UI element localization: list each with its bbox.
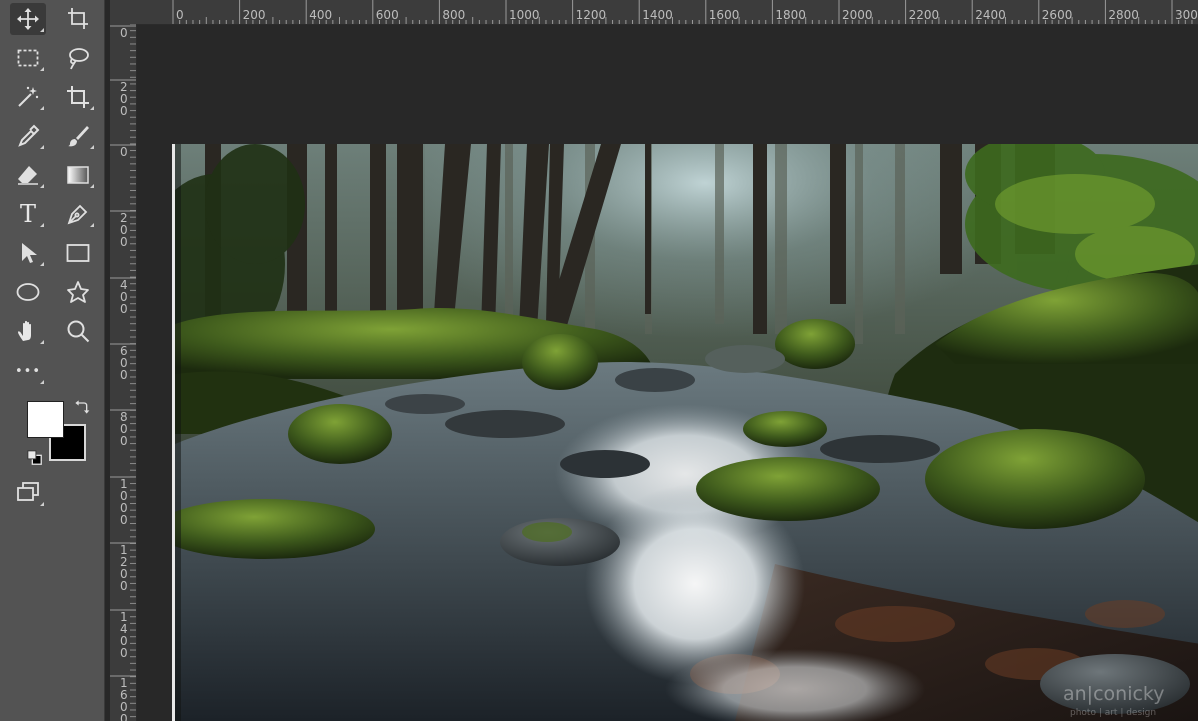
vertical-ruler[interactable]: 020002004006008001000120014001600	[110, 24, 137, 721]
swap-colors-button[interactable]	[70, 395, 94, 419]
ruler-label: 1600	[709, 8, 740, 22]
ruler-label-digit: 0	[120, 579, 128, 593]
path-selection-tool[interactable]	[10, 237, 46, 269]
ruler-label: 400	[309, 8, 332, 22]
magic-wand-icon	[18, 86, 39, 107]
artboard-tool[interactable]	[60, 3, 96, 35]
crop-tool[interactable]	[60, 81, 96, 113]
ruler-label-digit: 0	[120, 434, 128, 448]
move-icon	[17, 8, 39, 30]
flyout-indicator	[40, 502, 44, 506]
move-tool[interactable]	[10, 3, 46, 35]
pen-tool[interactable]	[60, 198, 96, 230]
ruler-label: 1000	[509, 8, 540, 22]
ruler-label: 200	[243, 8, 266, 22]
ruler-label-digit: 0	[120, 513, 128, 527]
horizontal-ruler-ticks: 0 200 400 600 800 1000 1200 1400 1600 1800 2000 220…	[172, 0, 1198, 24]
lasso-tool[interactable]	[60, 42, 96, 74]
ruler-label: 1200	[576, 8, 607, 22]
ruler-label-digit: 0	[120, 646, 128, 660]
ruler-label: 2400	[975, 8, 1006, 22]
ruler-label: 600	[376, 8, 399, 22]
vertical-ruler-ticks: 020002004006008001000120014001600	[110, 24, 136, 721]
type-tool[interactable]: T	[10, 198, 46, 230]
pen-icon	[67, 204, 88, 225]
ruler-label-digit: 0	[120, 302, 128, 316]
document-canvas[interactable]: an|conicky photo | art | design	[172, 144, 1198, 721]
marquee-icon	[17, 49, 39, 67]
flyout-indicator	[40, 145, 44, 149]
crop-icon	[67, 86, 89, 108]
gradient-icon	[67, 166, 89, 184]
flyout-indicator	[40, 380, 44, 384]
ruler-label: 2600	[1042, 8, 1073, 22]
flyout-indicator	[40, 184, 44, 188]
ruler-label: 0	[176, 8, 184, 22]
custom-shape-icon	[67, 281, 89, 303]
eyedropper-icon	[18, 124, 40, 147]
flyout-indicator	[90, 223, 94, 227]
screen-mode-icon	[17, 482, 39, 501]
ruler-label-digit: 0	[120, 712, 128, 721]
arrow-icon	[22, 243, 37, 263]
rectangle-tool[interactable]	[60, 237, 96, 269]
eyedropper-tool[interactable]	[10, 120, 46, 152]
ruler-label-digit: 0	[120, 104, 128, 118]
ruler-label-digit: 0	[120, 235, 128, 249]
rectangle-icon	[66, 244, 90, 262]
swap-arrows-icon	[75, 400, 90, 414]
ruler-label: 1800	[775, 8, 806, 22]
ruler-label-digit: 0	[120, 145, 128, 159]
flyout-indicator	[40, 28, 44, 32]
eraser-icon	[18, 166, 38, 185]
watermark-subtext: photo | art | design	[1070, 708, 1156, 718]
zoom-icon	[67, 320, 90, 343]
flyout-indicator	[90, 145, 94, 149]
ruler-label: 800	[442, 8, 465, 22]
ruler-label: 1400	[642, 8, 673, 22]
flyout-indicator	[40, 106, 44, 110]
screen-mode-button[interactable]	[10, 477, 46, 509]
ruler-label: 2200	[909, 8, 940, 22]
magic-wand-tool[interactable]	[10, 81, 46, 113]
ruler-label: 300	[1175, 8, 1198, 22]
forest-stream-photo: an|conicky photo | art | design	[175, 144, 1198, 721]
ellipse-tool[interactable]	[10, 276, 46, 308]
ruler-label-digit: 0	[120, 26, 128, 40]
zoom-tool[interactable]	[60, 315, 96, 347]
more-icon: •••	[14, 363, 41, 379]
ruler-origin[interactable]	[110, 0, 137, 25]
lasso-icon	[69, 48, 89, 70]
flyout-indicator	[90, 106, 94, 110]
flyout-indicator	[40, 340, 44, 344]
flyout-indicator	[40, 262, 44, 266]
brush-icon	[68, 126, 89, 147]
ruler-label: 2800	[1108, 8, 1139, 22]
flyout-indicator	[40, 223, 44, 227]
custom-shape-tool[interactable]	[60, 276, 96, 308]
rectangular-marquee-tool[interactable]	[10, 42, 46, 74]
brush-tool[interactable]	[60, 120, 96, 152]
type-icon: T	[19, 200, 36, 228]
default-colors-icon	[27, 450, 42, 465]
hand-icon	[18, 320, 31, 341]
flyout-indicator	[90, 184, 94, 188]
ruler-label-digit: 0	[120, 368, 128, 382]
flyout-indicator	[40, 67, 44, 71]
watermark-text: an|conicky	[1063, 683, 1165, 705]
ellipse-icon	[16, 283, 40, 301]
tools-panel: T •••	[0, 0, 105, 721]
horizontal-ruler[interactable]: 0 200 400 600 800 1000 1200 1400 1600 1800 2000 220…	[136, 0, 1198, 25]
gradient-tool[interactable]	[60, 159, 96, 191]
foreground-color-swatch[interactable]	[27, 401, 64, 438]
default-colors-button[interactable]	[26, 449, 44, 467]
edit-toolbar-button[interactable]: •••	[10, 355, 46, 387]
artboard-icon	[68, 8, 88, 29]
ruler-label: 2000	[842, 8, 873, 22]
hand-tool[interactable]	[10, 315, 46, 347]
eraser-tool[interactable]	[10, 159, 46, 191]
